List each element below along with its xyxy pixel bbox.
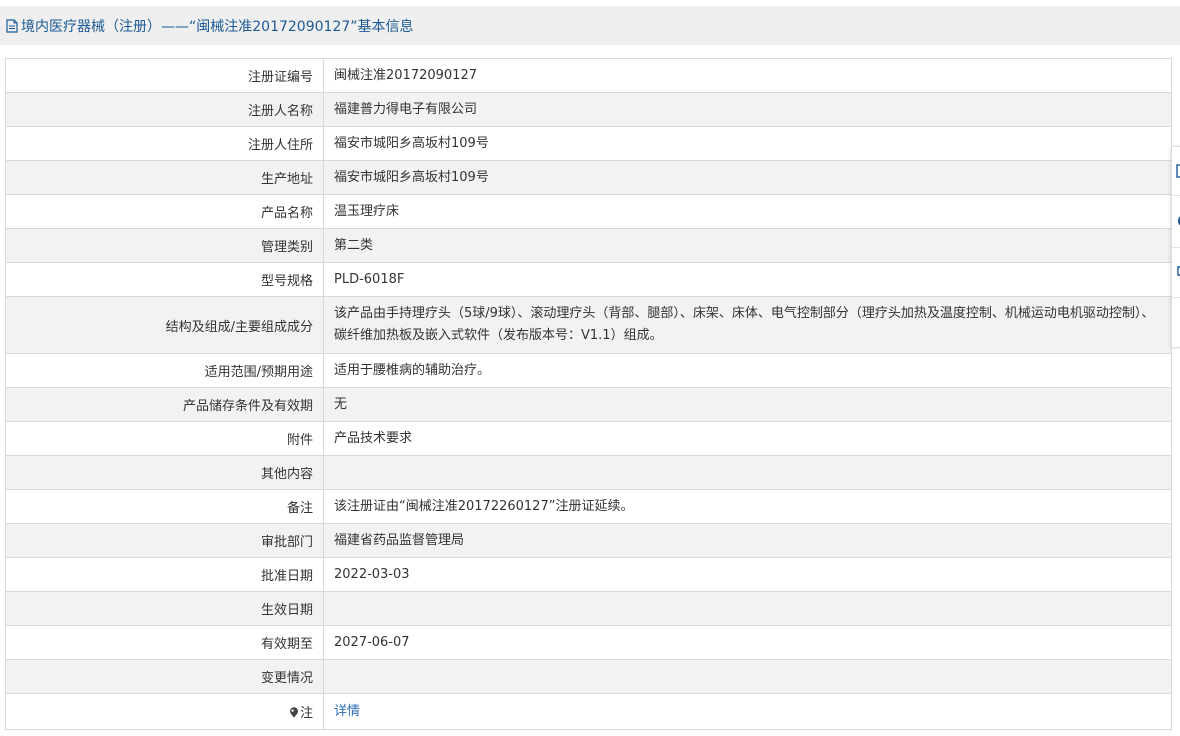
row-value: 无 xyxy=(323,387,1172,422)
table-row: 结构及组成/主要组成成分 该产品由手持理疗头（5球/9球）、滚动理疗头（背部、腿… xyxy=(5,296,1172,354)
note-label: 注 xyxy=(299,706,313,721)
table-row: 生产地址 福安市城阳乡高坂村109号 xyxy=(5,160,1172,195)
row-value: 福建省药品监督管理局 xyxy=(323,523,1172,558)
table-row: 注册人名称 福建普力得电子有限公司 xyxy=(5,92,1172,127)
table-row: 附件 产品技术要求 xyxy=(5,421,1172,456)
table-row: 适用范围/预期用途 适用于腰椎病的辅助治疗。 xyxy=(5,353,1172,388)
table-row: 变更情况 xyxy=(5,659,1172,694)
table-row: 有效期至 2027-06-07 xyxy=(5,625,1172,660)
toolbar-info-icon[interactable] xyxy=(1176,213,1180,227)
table-row: 审批部门 福建省药品监督管理局 xyxy=(5,523,1172,558)
row-label: 适用范围/预期用途 xyxy=(5,353,324,388)
row-label: 附件 xyxy=(5,421,324,456)
row-label: 生效日期 xyxy=(5,591,324,626)
table-row: 管理类别 第二类 xyxy=(5,228,1172,263)
document-icon xyxy=(6,18,18,33)
toolbar-share-icon[interactable] xyxy=(1176,263,1180,277)
row-value: 温玉理疗床 xyxy=(323,194,1172,229)
row-value: 第二类 xyxy=(323,228,1172,263)
row-value: 适用于腰椎病的辅助治疗。 xyxy=(323,353,1172,388)
row-label: 产品储存条件及有效期 xyxy=(5,387,324,422)
row-label: 批准日期 xyxy=(5,557,324,592)
row-value: 2022-03-03 xyxy=(323,557,1172,592)
toolbar-document-icon[interactable] xyxy=(1176,163,1180,178)
note-row: 注 详情 xyxy=(5,693,1172,730)
table-row: 备注 该注册证由“闽械注准20172260127”注册证延续。 xyxy=(5,489,1172,524)
row-label: 变更情况 xyxy=(5,659,324,694)
row-value: 福安市城阳乡高坂村109号 xyxy=(323,160,1172,195)
row-label: 产品名称 xyxy=(5,194,324,229)
row-label: 注册证编号 xyxy=(5,58,324,93)
row-label: 生产地址 xyxy=(5,160,324,195)
row-label: 型号规格 xyxy=(5,262,324,297)
table-row: 生效日期 xyxy=(5,591,1172,626)
row-label: 备注 xyxy=(5,489,324,524)
table-row: 产品储存条件及有效期 无 xyxy=(5,387,1172,422)
row-value: 福建普力得电子有限公司 xyxy=(323,92,1172,127)
row-value xyxy=(323,591,1172,626)
table-row: 型号规格 PLD-6018F xyxy=(5,262,1172,297)
page-header: 境内医疗器械（注册）——“闽械注准20172090127”基本信息 xyxy=(0,6,1180,45)
table-row: 产品名称 温玉理疗床 xyxy=(5,194,1172,229)
row-label: 注册人名称 xyxy=(5,92,324,127)
details-link[interactable]: 详情 xyxy=(334,704,360,719)
toolbar-divider xyxy=(1172,247,1180,248)
row-value xyxy=(323,455,1172,490)
toolbar-divider xyxy=(1172,195,1180,196)
floating-side-toolbar xyxy=(1171,146,1180,348)
row-value: 福安市城阳乡高坂村109号 xyxy=(323,126,1172,161)
row-value: 该注册证由“闽械注准20172260127”注册证延续。 xyxy=(323,489,1172,524)
map-pin-icon xyxy=(289,707,299,718)
row-label: 有效期至 xyxy=(5,625,324,660)
toolbar-divider xyxy=(1172,297,1180,298)
row-value: 2027-06-07 xyxy=(323,625,1172,660)
note-label-cell: 注 xyxy=(5,693,324,730)
row-label: 注册人住所 xyxy=(5,126,324,161)
row-label: 结构及组成/主要组成成分 xyxy=(5,296,324,354)
toolbar-top-icon[interactable] xyxy=(1176,313,1180,327)
row-value: 产品技术要求 xyxy=(323,421,1172,456)
row-value: 闽械注准20172090127 xyxy=(323,58,1172,93)
row-label: 管理类别 xyxy=(5,228,324,263)
table-row: 注册证编号 闽械注准20172090127 xyxy=(5,58,1172,93)
info-table: 注册证编号 闽械注准20172090127 注册人名称 福建普力得电子有限公司 … xyxy=(5,58,1172,730)
row-label: 其他内容 xyxy=(5,455,324,490)
page: 境内医疗器械（注册）——“闽械注准20172090127”基本信息 注册证编号 … xyxy=(0,0,1180,736)
table-row: 批准日期 2022-03-03 xyxy=(5,557,1172,592)
row-value: 该产品由手持理疗头（5球/9球）、滚动理疗头（背部、腿部）、床架、床体、电气控制… xyxy=(323,296,1172,354)
table-row: 其他内容 xyxy=(5,455,1172,490)
row-value: PLD-6018F xyxy=(323,262,1172,297)
note-value: 详情 xyxy=(323,693,1172,730)
row-label: 审批部门 xyxy=(5,523,324,558)
page-title: 境内医疗器械（注册）——“闽械注准20172090127”基本信息 xyxy=(21,18,414,35)
row-value xyxy=(323,659,1172,694)
table-row: 注册人住所 福安市城阳乡高坂村109号 xyxy=(5,126,1172,161)
